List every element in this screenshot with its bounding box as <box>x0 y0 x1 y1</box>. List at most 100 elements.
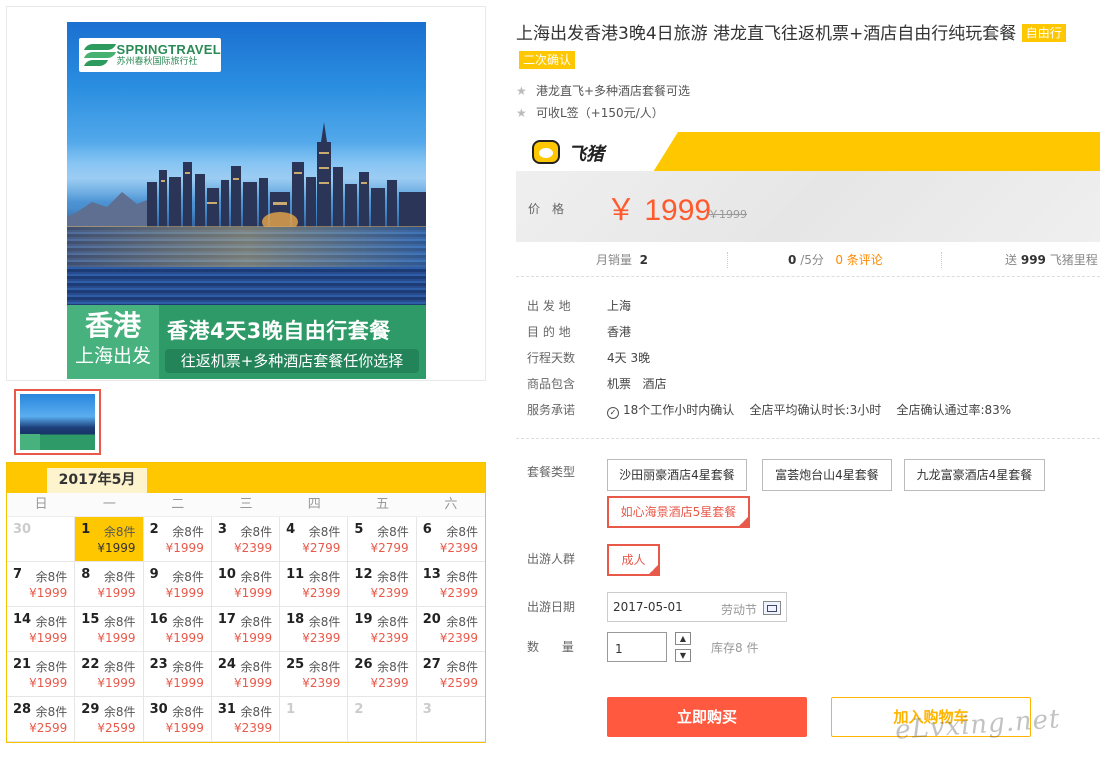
travel-date-input[interactable]: 2017-05-01 劳动节 <box>607 592 787 622</box>
calendar-weekdays: 日一二三四五六 <box>7 493 485 517</box>
reviews-link[interactable]: 0 条评论 <box>835 253 882 267</box>
calendar-day[interactable]: 6 余8件 ¥2399 <box>416 517 485 562</box>
calendar-day: 2 <box>348 697 417 742</box>
day-remaining: 余8件 <box>172 615 204 629</box>
day-price: ¥1999 <box>165 721 204 735</box>
day-number: 20 <box>422 612 441 627</box>
calendar-day[interactable]: 16 余8件 ¥1999 <box>143 607 212 652</box>
calendar-day[interactable]: 21 余8件 ¥1999 <box>7 652 76 697</box>
price-box: 价格 ￥ 1999 ￥1999 <box>516 171 1100 242</box>
day-remaining: 余8件 <box>308 525 341 539</box>
calendar-day[interactable]: 17 余8件 ¥1999 <box>211 607 281 652</box>
day-price: ¥2399 <box>302 676 341 690</box>
star-icon: ★ <box>516 84 527 98</box>
sales-stats: 月销量 2 0 /5分 0 条评论 送 999 飞猪里程 <box>516 247 1100 277</box>
calendar-day[interactable]: 13 余8件 ¥2399 <box>416 562 485 607</box>
calendar-day: 30 <box>7 517 76 562</box>
calendar-day[interactable]: 12 余8件 ¥2399 <box>348 562 417 607</box>
weekday-header: 日 <box>34 497 48 512</box>
calendar-icon[interactable] <box>763 601 781 615</box>
calendar-day[interactable]: 5 余8件 ¥2799 <box>348 517 417 562</box>
info-duration: 行程天数 4天 3晚 <box>527 351 651 365</box>
poster: SPRINGTRAVEL 苏州春秋国际旅行社 香港 上海出发 香港4天3晚自由行… <box>67 22 426 379</box>
calendar-day[interactable]: 29 余8件 ¥2599 <box>75 697 144 742</box>
day-price: ¥2399 <box>233 721 273 735</box>
calendar-day[interactable]: 9 余8件 ¥1999 <box>143 562 212 607</box>
day-remaining: 余8件 <box>446 570 478 584</box>
day-remaining: 余8件 <box>446 660 478 674</box>
divider <box>516 438 1100 439</box>
day-number: 7 <box>13 567 23 582</box>
calendar-day[interactable]: 24 余8件 ¥1999 <box>211 652 281 697</box>
confirm-tag: 二次确认 <box>519 51 576 69</box>
weekday-header: 五 <box>376 497 390 512</box>
calendar-month[interactable]: 2017年5月 <box>47 468 147 493</box>
poster-banner: 香港 上海出发 香港4天3晚自由行套餐 往返机票+多种酒店套餐任你选择 <box>67 305 426 379</box>
day-number: 29 <box>81 702 100 717</box>
calendar-day[interactable]: 10 余8件 ¥1999 <box>211 562 281 607</box>
poster-headline: 香港4天3晚自由行套餐 <box>167 319 391 343</box>
quantity-input[interactable]: 1 <box>607 632 667 662</box>
day-remaining: 余8件 <box>103 615 136 629</box>
weekday-header: 二 <box>171 497 185 512</box>
fliggy-banner: 飞猪 <box>516 132 1100 171</box>
day-price: ¥2399 <box>370 631 409 645</box>
day-number: 24 <box>217 657 236 672</box>
package-option-selected[interactable]: 如心海景酒店5星套餐 <box>607 496 750 528</box>
day-number: 19 <box>354 612 373 627</box>
image-thumbnail[interactable] <box>14 389 101 455</box>
calendar-day[interactable]: 11 余8件 ¥2399 <box>280 562 349 607</box>
calendar-day[interactable]: 18 余8件 ¥2399 <box>280 607 349 652</box>
package-option[interactable]: 富荟炮台山4星套餐 <box>762 459 892 491</box>
day-remaining: 余8件 <box>308 615 341 629</box>
calendar-day[interactable]: 22 余8件 ¥1999 <box>75 652 144 697</box>
day-price: ¥2399 <box>439 586 478 600</box>
calendar-day[interactable]: 8 余8件 ¥1999 <box>75 562 144 607</box>
package-option[interactable]: 沙田丽豪酒店4星套餐 <box>607 459 747 491</box>
day-number: 11 <box>286 567 305 582</box>
calendar-day[interactable]: 30 余8件 ¥1999 <box>143 697 212 742</box>
day-number: 30 <box>149 702 168 717</box>
day-price: ¥2399 <box>233 541 273 555</box>
day-price: ¥1999 <box>97 631 136 645</box>
day-number: 25 <box>286 657 305 672</box>
calendar-day[interactable]: 20 余8件 ¥2399 <box>416 607 485 652</box>
calendar-day[interactable]: 7 余8件 ¥1999 <box>7 562 76 607</box>
day-number: 21 <box>13 657 32 672</box>
day-price: ¥1999 <box>165 541 204 555</box>
mileage-gift: 送 999 飞猪里程 <box>1005 253 1098 267</box>
day-number: 14 <box>13 612 32 627</box>
price-calendar: 2017年5月 日 一 二 三 四 五 六 30 1 余8件 ¥1999 2 余8件 ¥1999 3 余8件… <box>6 462 486 743</box>
calendar-day-selected[interactable]: 1 余8件 ¥1999 <box>75 517 144 562</box>
day-remaining: 余8件 <box>172 525 204 539</box>
package-option[interactable]: 九龙富豪酒店4星套餐 <box>904 459 1045 491</box>
monthly-sales: 月销量 2 <box>596 253 649 267</box>
increase-qty-button[interactable]: ▲ <box>675 632 691 645</box>
calendar-day[interactable]: 2 余8件 ¥1999 <box>143 517 212 562</box>
buy-now-button[interactable]: 立即购买 <box>607 697 807 737</box>
calendar-grid: 30 1 余8件 ¥1999 2 余8件 ¥1999 3 余8件 ¥2399 4 余8件 ¥2799 5 余… <box>7 517 485 742</box>
calendar-day[interactable]: 4 余8件 ¥2799 <box>280 517 349 562</box>
feature-item: ★ 可收L签（+150元/人） <box>516 106 664 120</box>
calendar-day[interactable]: 28 余8件 ¥2599 <box>7 697 76 742</box>
calendar-day[interactable]: 26 余8件 ¥2399 <box>348 652 417 697</box>
calendar-day[interactable]: 19 余8件 ¥2399 <box>348 607 417 652</box>
day-number: 3 <box>422 702 432 717</box>
day-number: 27 <box>422 657 441 672</box>
calendar-day[interactable]: 3 余8件 ¥2399 <box>211 517 281 562</box>
calendar-day[interactable]: 14 余8件 ¥1999 <box>7 607 76 652</box>
price-value: ￥ 1999 <box>606 194 712 227</box>
day-number: 1 <box>286 702 296 717</box>
calendar-day[interactable]: 15 余8件 ¥1999 <box>75 607 144 652</box>
info-includes: 商品包含 机票 酒店 <box>527 377 667 391</box>
calendar-day[interactable]: 31 余8件 ¥2399 <box>211 697 281 742</box>
calendar-day[interactable]: 23 余8件 ¥1999 <box>143 652 212 697</box>
package-type-label: 套餐类型 <box>527 465 576 479</box>
crowd-option-adult[interactable]: 成人 <box>607 544 660 576</box>
calendar-day[interactable]: 27 余8件 ¥2599 <box>416 652 485 697</box>
decrease-qty-button[interactable]: ▼ <box>675 649 691 662</box>
calendar-day[interactable]: 25 余8件 ¥2399 <box>280 652 349 697</box>
logo-mark-icon <box>83 44 117 66</box>
day-price: ¥2599 <box>439 676 478 690</box>
day-number: 12 <box>354 567 373 582</box>
